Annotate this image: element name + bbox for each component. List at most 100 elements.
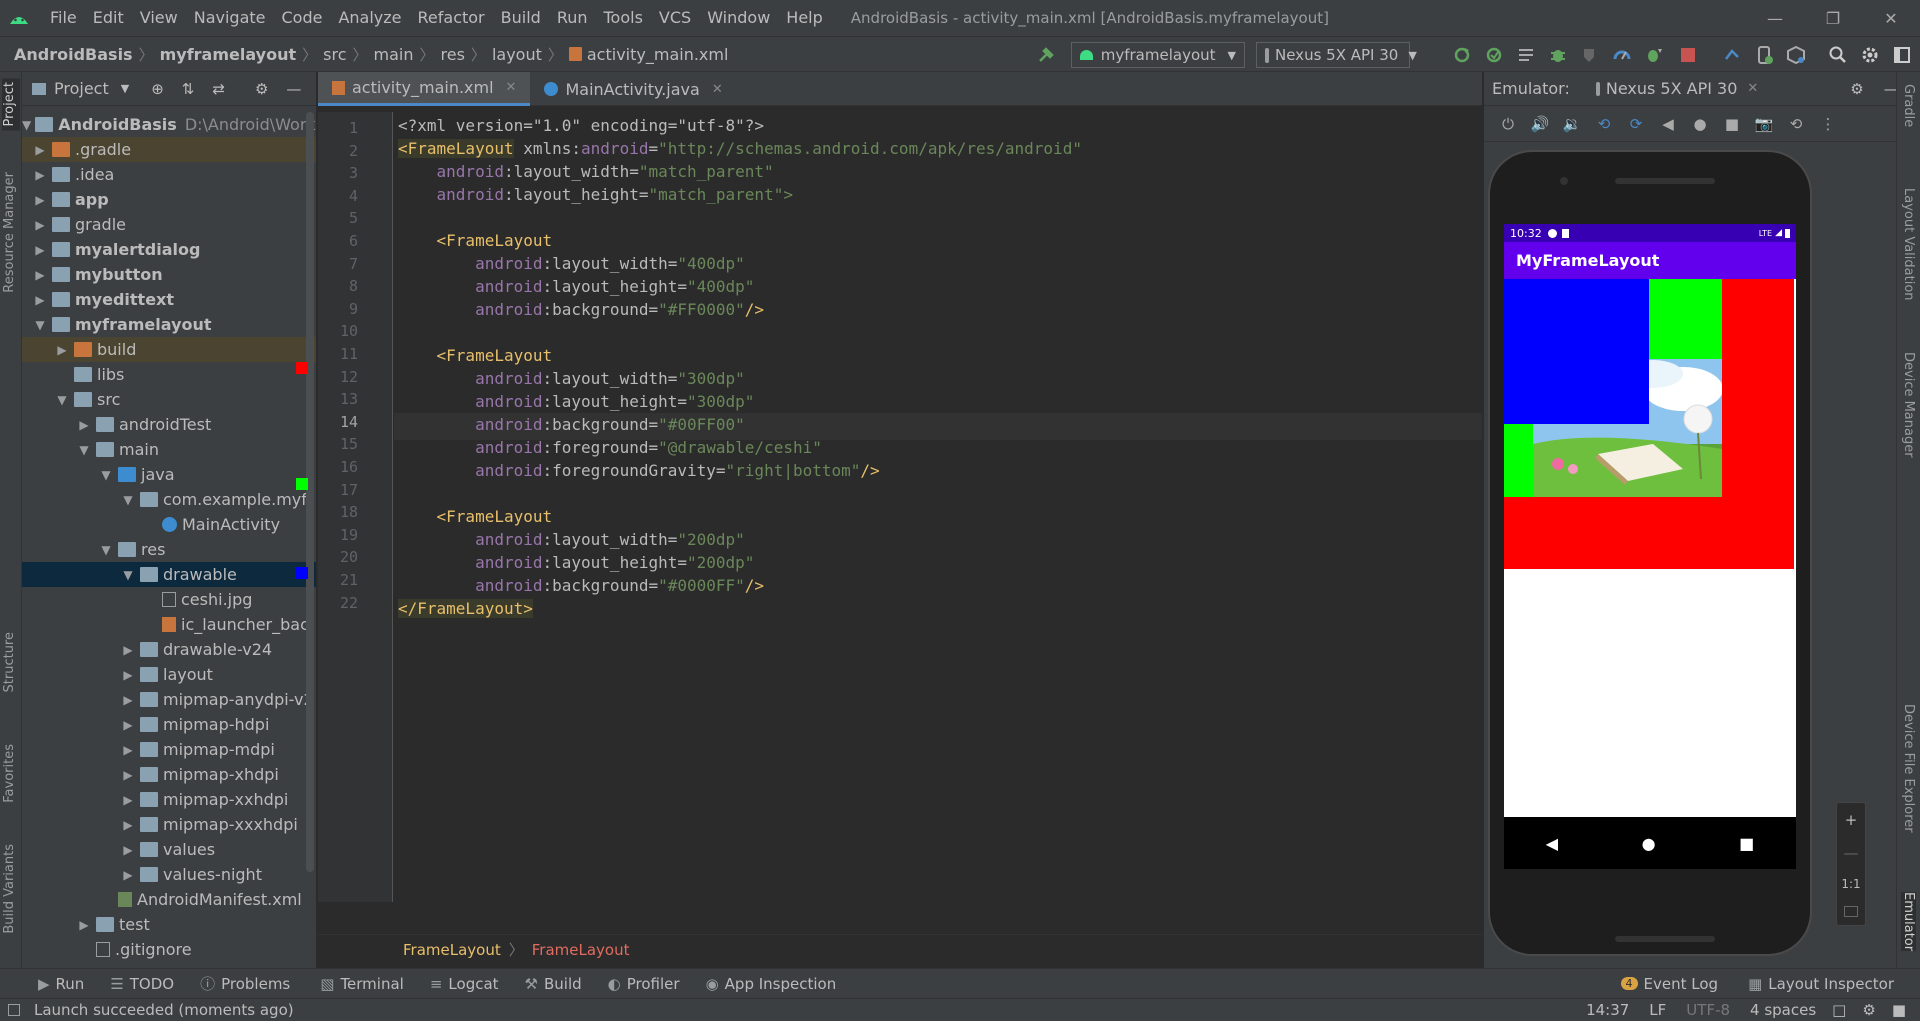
- tree-node[interactable]: ▶ build: [22, 337, 316, 362]
- tree-node[interactable]: ▶ app: [22, 187, 316, 212]
- tree-node[interactable]: ▶ mipmap-anydpi-v2: [22, 687, 316, 712]
- tree-node[interactable]: ▼ main: [22, 437, 316, 462]
- close-icon[interactable]: ✕: [1862, 0, 1920, 36]
- tool-layout-inspector[interactable]: ▦ Layout Inspector: [1748, 975, 1894, 993]
- tool-todo[interactable]: ☰ TODO: [110, 975, 174, 993]
- snapshot-icon[interactable]: ⟲: [1780, 115, 1812, 133]
- apply-changes-icon[interactable]: [1452, 45, 1472, 65]
- phone-screen[interactable]: 10:32 LTE ◢ MyFrameLayout ◀ ● ■: [1504, 224, 1796, 869]
- menu-code[interactable]: Code: [274, 0, 331, 36]
- sidebar-icon[interactable]: [1892, 45, 1912, 65]
- coverage-icon[interactable]: [1580, 45, 1600, 65]
- rotate-left-icon[interactable]: ⟲: [1588, 115, 1620, 133]
- device-manager-icon[interactable]: [1754, 45, 1774, 65]
- tree-node[interactable]: AndroidManifest.xml: [22, 887, 316, 912]
- tree-node[interactable]: ▶ myalertdialog: [22, 237, 316, 262]
- tool-app-inspection[interactable]: ◉ App Inspection: [706, 975, 837, 993]
- tool-build[interactable]: ⚒ Build: [525, 975, 582, 993]
- debug-icon[interactable]: [1548, 45, 1568, 65]
- tool-window-device-file-explorer[interactable]: Device File Explorer: [1901, 704, 1916, 833]
- tree-node[interactable]: ▶ .idea: [22, 162, 316, 187]
- locate-icon[interactable]: ⊕: [151, 80, 164, 98]
- tree-node[interactable]: ▼ com.example.myfr: [22, 487, 316, 512]
- close-icon[interactable]: ✕: [506, 80, 517, 95]
- tree-node[interactable]: ceshi.jpg: [22, 587, 316, 612]
- tool-terminal[interactable]: ▧ Terminal: [320, 975, 404, 993]
- tree-node[interactable]: ▶ values-night: [22, 862, 316, 887]
- tree-node[interactable]: ▶ layout: [22, 662, 316, 687]
- tree-node[interactable]: MainActivity: [22, 512, 316, 537]
- editor-crumb[interactable]: FrameLayout: [403, 941, 501, 959]
- indent-setting[interactable]: 4 spaces: [1750, 1001, 1816, 1019]
- tool-profiler[interactable]: ◐ Profiler: [608, 975, 680, 993]
- status-window-icon[interactable]: [8, 1004, 20, 1016]
- camera-icon[interactable]: 📷: [1748, 115, 1780, 133]
- list-icon[interactable]: [1516, 45, 1536, 65]
- crumb-layout[interactable]: layout: [492, 45, 542, 64]
- tree-node[interactable]: libs: [22, 362, 316, 387]
- memory-icon[interactable]: ■: [1892, 1001, 1906, 1019]
- tool-window-structure[interactable]: Structure: [2, 632, 17, 692]
- expand-all-icon[interactable]: ⇅: [182, 80, 195, 98]
- attach-debugger-icon[interactable]: [1644, 45, 1664, 65]
- tree-node[interactable]: ▶ values: [22, 837, 316, 862]
- tree-node[interactable]: ▶ gradle: [22, 212, 316, 237]
- back-icon[interactable]: ◀: [1652, 115, 1684, 133]
- tool-window-device-manager[interactable]: Device Manager: [1901, 352, 1916, 458]
- search-icon[interactable]: [1828, 45, 1848, 65]
- more-icon[interactable]: ⋮: [1812, 115, 1844, 133]
- tool-logcat[interactable]: ≡ Logcat: [430, 975, 499, 993]
- gear-icon[interactable]: [1860, 45, 1880, 65]
- overview-icon[interactable]: ■: [1716, 115, 1748, 133]
- volume-down-icon[interactable]: 🔉: [1556, 115, 1588, 133]
- tool-window-project[interactable]: Project: [2, 78, 20, 131]
- menu-help[interactable]: Help: [778, 0, 830, 36]
- caret-position[interactable]: 14:37: [1586, 1001, 1629, 1019]
- device-dropdown[interactable]: Nexus 5X API 30 ▼: [1256, 42, 1417, 68]
- lock-icon[interactable]: □: [1832, 1001, 1846, 1019]
- tree-node[interactable]: ▶ mipmap-xxxhdpi: [22, 812, 316, 837]
- sdk-manager-icon[interactable]: [1786, 45, 1806, 65]
- menu-view[interactable]: View: [132, 0, 186, 36]
- gear-icon[interactable]: ⚙: [255, 80, 268, 98]
- tree-node[interactable]: ▶ mipmap-xhdpi: [22, 762, 316, 787]
- tool-problems[interactable]: ⓘ Problems: [200, 973, 290, 994]
- sync-icon[interactable]: [1722, 45, 1742, 65]
- menu-window[interactable]: Window: [699, 0, 778, 36]
- tool-window-gradle[interactable]: Gradle: [1901, 84, 1916, 127]
- tree-node-selected[interactable]: ▼ drawable: [22, 562, 316, 587]
- tree-node[interactable]: ic_launcher_bac: [22, 612, 316, 637]
- tree-node[interactable]: ▼ myframelayout: [22, 312, 316, 337]
- power-icon[interactable]: ⏻: [1492, 115, 1524, 133]
- tree-node[interactable]: ▶ drawable-v24: [22, 637, 316, 662]
- menu-refactor[interactable]: Refactor: [410, 0, 493, 36]
- tab-activity-main[interactable]: activity_main.xml ✕: [318, 72, 531, 106]
- crumb-src[interactable]: src: [323, 45, 346, 64]
- menu-build[interactable]: Build: [493, 0, 549, 36]
- zoom-fit-icon[interactable]: [1844, 906, 1858, 918]
- zoom-in-icon[interactable]: +: [1845, 811, 1858, 829]
- crumb-main[interactable]: main: [374, 45, 414, 64]
- nav-overview-icon[interactable]: ■: [1739, 834, 1754, 853]
- volume-up-icon[interactable]: 🔊: [1524, 115, 1556, 133]
- hammer-icon[interactable]: [1036, 45, 1056, 65]
- crumb-project[interactable]: AndroidBasis: [14, 45, 133, 64]
- close-icon[interactable]: ✕: [1747, 81, 1758, 96]
- tree-node[interactable]: ▶ test: [22, 912, 316, 937]
- tree-node[interactable]: ▶ .gradle: [22, 137, 316, 162]
- home-icon[interactable]: ●: [1684, 115, 1716, 133]
- tree-node[interactable]: ▶ mybutton: [22, 262, 316, 287]
- tree-node[interactable]: ▼ res: [22, 537, 316, 562]
- git-icon[interactable]: ⚙: [1862, 1001, 1875, 1019]
- tree-node[interactable]: ▶ androidTest: [22, 412, 316, 437]
- tool-window-build-variants[interactable]: Build Variants: [2, 844, 17, 934]
- menu-edit[interactable]: Edit: [85, 0, 132, 36]
- tree-node[interactable]: ▶ mipmap-xxhdpi: [22, 787, 316, 812]
- rotate-right-icon[interactable]: ⟳: [1620, 115, 1652, 133]
- emulator-device-tab[interactable]: Nexus 5X API 30: [1606, 79, 1738, 98]
- tree-node[interactable]: ▶ mipmap-hdpi: [22, 712, 316, 737]
- tool-window-layout-validation[interactable]: Layout Validation: [1901, 188, 1916, 301]
- tree-node[interactable]: ▶ myedittext: [22, 287, 316, 312]
- restore-icon[interactable]: ❐: [1804, 0, 1862, 36]
- tool-window-resource-manager[interactable]: Resource Manager: [2, 172, 17, 293]
